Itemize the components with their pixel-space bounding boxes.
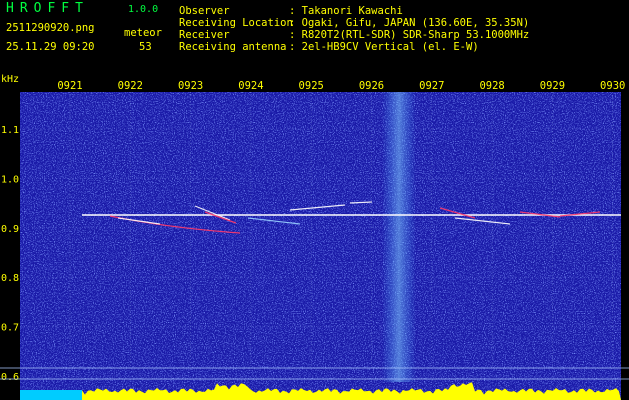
- interference-stripe: [382, 92, 416, 382]
- frequency-tick-labels: 1.1 1.0 0.9 0.8 0.7 0.6: [1, 125, 19, 383]
- freq-tick-1.0: 1.0: [1, 174, 19, 185]
- meteor-count: 53: [139, 41, 152, 53]
- info-value-antenna: : 2el-HB9CV Vertical (el. E-W): [289, 41, 479, 53]
- info-value-receiver: : R820T2(RTL-SDR) SDR-Sharp 53.1000MHz: [289, 29, 530, 41]
- time-tick-0929: 0929: [540, 80, 565, 92]
- time-tick-0926: 0926: [359, 80, 384, 92]
- info-key-observer: Observer: [179, 5, 230, 17]
- info-key-location: Receiving Location: [179, 17, 293, 29]
- freq-tick-0.6: 0.6: [1, 372, 19, 383]
- app-title: HROFFT: [6, 1, 89, 16]
- level-band-left: [20, 390, 82, 400]
- freq-tick-0.9: 0.9: [1, 224, 19, 235]
- hrofft-window: HROFFT 1.0.0 2511290920.png 25.11.29 09:…: [0, 0, 629, 400]
- freq-tick-1.1: 1.1: [1, 125, 19, 136]
- meteor-label: meteor: [124, 27, 162, 39]
- time-tick-0922: 0922: [118, 80, 143, 92]
- time-tick-labels: 0921 0922 0923 0924 0925 0926 0927 0928 0929 0930: [57, 80, 625, 92]
- freq-tick-0.8: 0.8: [1, 273, 19, 284]
- file-name: 2511290920.png: [6, 22, 95, 34]
- info-value-location: : Ogaki, Gifu, JAPAN (136.60E, 35.35N): [289, 17, 530, 29]
- spectrogram: 0921 0922 0923 0924 0925 0926 0927 0928 0929 0930…: [0, 80, 629, 400]
- time-tick-0924: 0924: [238, 80, 263, 92]
- info-key-antenna: Receiving antenna: [179, 41, 287, 53]
- freq-tick-0.7: 0.7: [1, 323, 19, 334]
- time-tick-0925: 0925: [299, 80, 324, 92]
- info-value-observer: : Takanori Kawachi: [289, 5, 403, 17]
- time-tick-0927: 0927: [419, 80, 444, 92]
- time-tick-0928: 0928: [479, 80, 504, 92]
- spectrogram-noise: [20, 92, 621, 400]
- capture-datetime: 25.11.29 09:20: [6, 41, 95, 53]
- time-tick-0921: 0921: [57, 80, 82, 92]
- info-key-receiver: Receiver: [179, 29, 230, 41]
- time-tick-0923: 0923: [178, 80, 203, 92]
- app-version: 1.0.0: [128, 4, 159, 15]
- time-tick-0930: 0930: [600, 80, 625, 92]
